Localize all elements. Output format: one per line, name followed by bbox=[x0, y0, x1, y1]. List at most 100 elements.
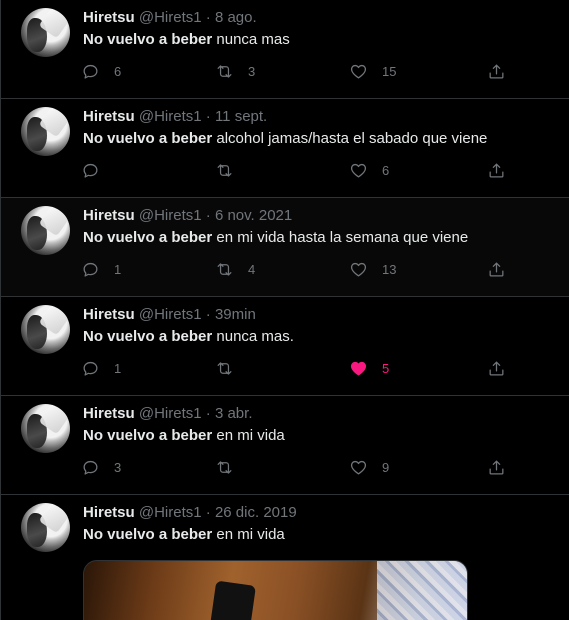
timestamp[interactable]: 26 dic. 2019 bbox=[215, 504, 297, 521]
heart-icon bbox=[350, 460, 367, 474]
tweet-actions: 3 9 bbox=[81, 456, 521, 478]
author-name[interactable]: Hiretsu bbox=[83, 108, 135, 125]
retweet-count: 3 bbox=[248, 63, 256, 79]
tweet-actions: 1 4 13 bbox=[81, 258, 521, 280]
tweet-actions: 1 5 bbox=[81, 357, 521, 379]
reply-count: 6 bbox=[114, 63, 122, 79]
share-button[interactable] bbox=[487, 60, 506, 82]
reply-count: 1 bbox=[114, 261, 122, 277]
reply-button[interactable]: 6 bbox=[81, 60, 121, 82]
tweet-card[interactable]: Hiretsu @Hirets1 · 6 nov. 2021 No vuelvo… bbox=[1, 198, 569, 297]
media-detail bbox=[208, 580, 256, 620]
like-button[interactable]: 5 bbox=[349, 357, 389, 379]
timestamp[interactable]: 3 abr. bbox=[215, 405, 253, 422]
tweet-text-rest: nunca mas. bbox=[212, 328, 294, 345]
like-count: 6 bbox=[382, 162, 390, 178]
avatar[interactable] bbox=[21, 107, 70, 156]
avatar[interactable] bbox=[21, 503, 70, 552]
retweet-button[interactable] bbox=[215, 357, 248, 379]
reply-icon bbox=[83, 163, 98, 178]
reply-button[interactable]: 1 bbox=[81, 258, 121, 280]
retweet-button[interactable] bbox=[215, 456, 248, 478]
like-button[interactable]: 13 bbox=[349, 258, 396, 280]
tweet-header: Hiretsu @Hirets1 · 8 ago. bbox=[83, 9, 257, 27]
tweet-media-image[interactable] bbox=[83, 560, 468, 620]
retweet-icon bbox=[217, 262, 232, 276]
share-button[interactable] bbox=[487, 456, 506, 478]
author-name[interactable]: Hiretsu bbox=[83, 306, 135, 323]
retweet-button[interactable]: 3 bbox=[215, 60, 255, 82]
reply-button[interactable] bbox=[81, 159, 114, 181]
heart-icon bbox=[350, 64, 367, 78]
retweet-button[interactable] bbox=[215, 159, 248, 181]
tweet-text-bold: No vuelvo a beber bbox=[83, 130, 213, 147]
author-name[interactable]: Hiretsu bbox=[83, 405, 135, 422]
share-icon bbox=[489, 361, 504, 375]
author-name[interactable]: Hiretsu bbox=[83, 9, 135, 26]
avatar[interactable] bbox=[21, 206, 70, 255]
author-name[interactable]: Hiretsu bbox=[83, 504, 135, 521]
reply-icon bbox=[83, 64, 98, 79]
tweet-text-rest: en mi vida bbox=[212, 427, 285, 444]
like-count: 9 bbox=[382, 459, 390, 475]
share-icon bbox=[489, 262, 504, 276]
separator: · bbox=[205, 405, 211, 422]
retweet-icon bbox=[217, 163, 232, 177]
like-count: 15 bbox=[382, 63, 397, 79]
separator: · bbox=[205, 504, 211, 521]
tweet-header: Hiretsu @Hirets1 · 39min bbox=[83, 306, 256, 324]
tweet-text: No vuelvo a beber en mi vida bbox=[83, 526, 285, 544]
tweet-text-bold: No vuelvo a beber bbox=[83, 229, 213, 246]
like-button[interactable]: 6 bbox=[349, 159, 389, 181]
author-handle[interactable]: @Hirets1 bbox=[139, 405, 202, 422]
retweet-icon bbox=[217, 361, 232, 375]
timestamp[interactable]: 6 nov. 2021 bbox=[215, 207, 292, 224]
tweet-text-rest: nunca mas bbox=[212, 31, 290, 48]
author-handle[interactable]: @Hirets1 bbox=[139, 504, 202, 521]
separator: · bbox=[205, 108, 211, 125]
separator: · bbox=[205, 306, 211, 323]
retweet-count: 4 bbox=[248, 261, 256, 277]
retweet-icon bbox=[217, 460, 232, 474]
avatar[interactable] bbox=[21, 404, 70, 453]
timestamp[interactable]: 8 ago. bbox=[215, 9, 257, 26]
like-button[interactable]: 15 bbox=[349, 60, 396, 82]
share-button[interactable] bbox=[487, 258, 506, 280]
heart-icon bbox=[350, 262, 367, 276]
tweet-actions: 6 3 15 bbox=[81, 60, 521, 82]
retweet-button[interactable]: 4 bbox=[215, 258, 255, 280]
retweet-icon bbox=[217, 64, 232, 78]
avatar[interactable] bbox=[21, 8, 70, 57]
author-handle[interactable]: @Hirets1 bbox=[139, 306, 202, 323]
tweet-text-rest: alcohol jamas/hasta el sabado que viene bbox=[212, 130, 488, 147]
author-handle[interactable]: @Hirets1 bbox=[139, 207, 202, 224]
tweet-card[interactable]: Hiretsu @Hirets1 · 26 dic. 2019 No vuelv… bbox=[1, 495, 569, 620]
share-button[interactable] bbox=[487, 357, 506, 379]
share-icon bbox=[489, 163, 504, 177]
tweet-card[interactable]: Hiretsu @Hirets1 · 3 abr. No vuelvo a be… bbox=[1, 396, 569, 495]
author-handle[interactable]: @Hirets1 bbox=[139, 9, 202, 26]
tweet-text-bold: No vuelvo a beber bbox=[83, 31, 213, 48]
tweet-card[interactable]: Hiretsu @Hirets1 · 39min No vuelvo a beb… bbox=[1, 297, 569, 396]
tweet-card[interactable]: Hiretsu @Hirets1 · 8 ago. No vuelvo a be… bbox=[1, 0, 569, 99]
share-icon bbox=[489, 460, 504, 474]
tweet-text: No vuelvo a beber nunca mas bbox=[83, 31, 290, 49]
tweet-text: No vuelvo a beber en mi vida bbox=[83, 427, 285, 445]
author-name[interactable]: Hiretsu bbox=[83, 207, 135, 224]
tweet-text-bold: No vuelvo a beber bbox=[83, 526, 213, 543]
separator: · bbox=[205, 207, 211, 224]
reply-button[interactable]: 3 bbox=[81, 456, 121, 478]
tweet-text-rest: en mi vida bbox=[212, 526, 285, 543]
reply-button[interactable]: 1 bbox=[81, 357, 121, 379]
heart-icon bbox=[350, 361, 367, 375]
timestamp[interactable]: 39min bbox=[215, 306, 256, 323]
tweet-header: Hiretsu @Hirets1 · 26 dic. 2019 bbox=[83, 504, 297, 522]
timestamp[interactable]: 11 sept. bbox=[215, 108, 267, 125]
share-button[interactable] bbox=[487, 159, 506, 181]
tweet-text-bold: No vuelvo a beber bbox=[83, 328, 213, 345]
like-button[interactable]: 9 bbox=[349, 456, 389, 478]
tweet-card[interactable]: Hiretsu @Hirets1 · 11 sept. No vuelvo a … bbox=[1, 99, 569, 198]
tweet-feed: Hiretsu @Hirets1 · 8 ago. No vuelvo a be… bbox=[0, 0, 569, 620]
author-handle[interactable]: @Hirets1 bbox=[139, 108, 202, 125]
avatar[interactable] bbox=[21, 305, 70, 354]
